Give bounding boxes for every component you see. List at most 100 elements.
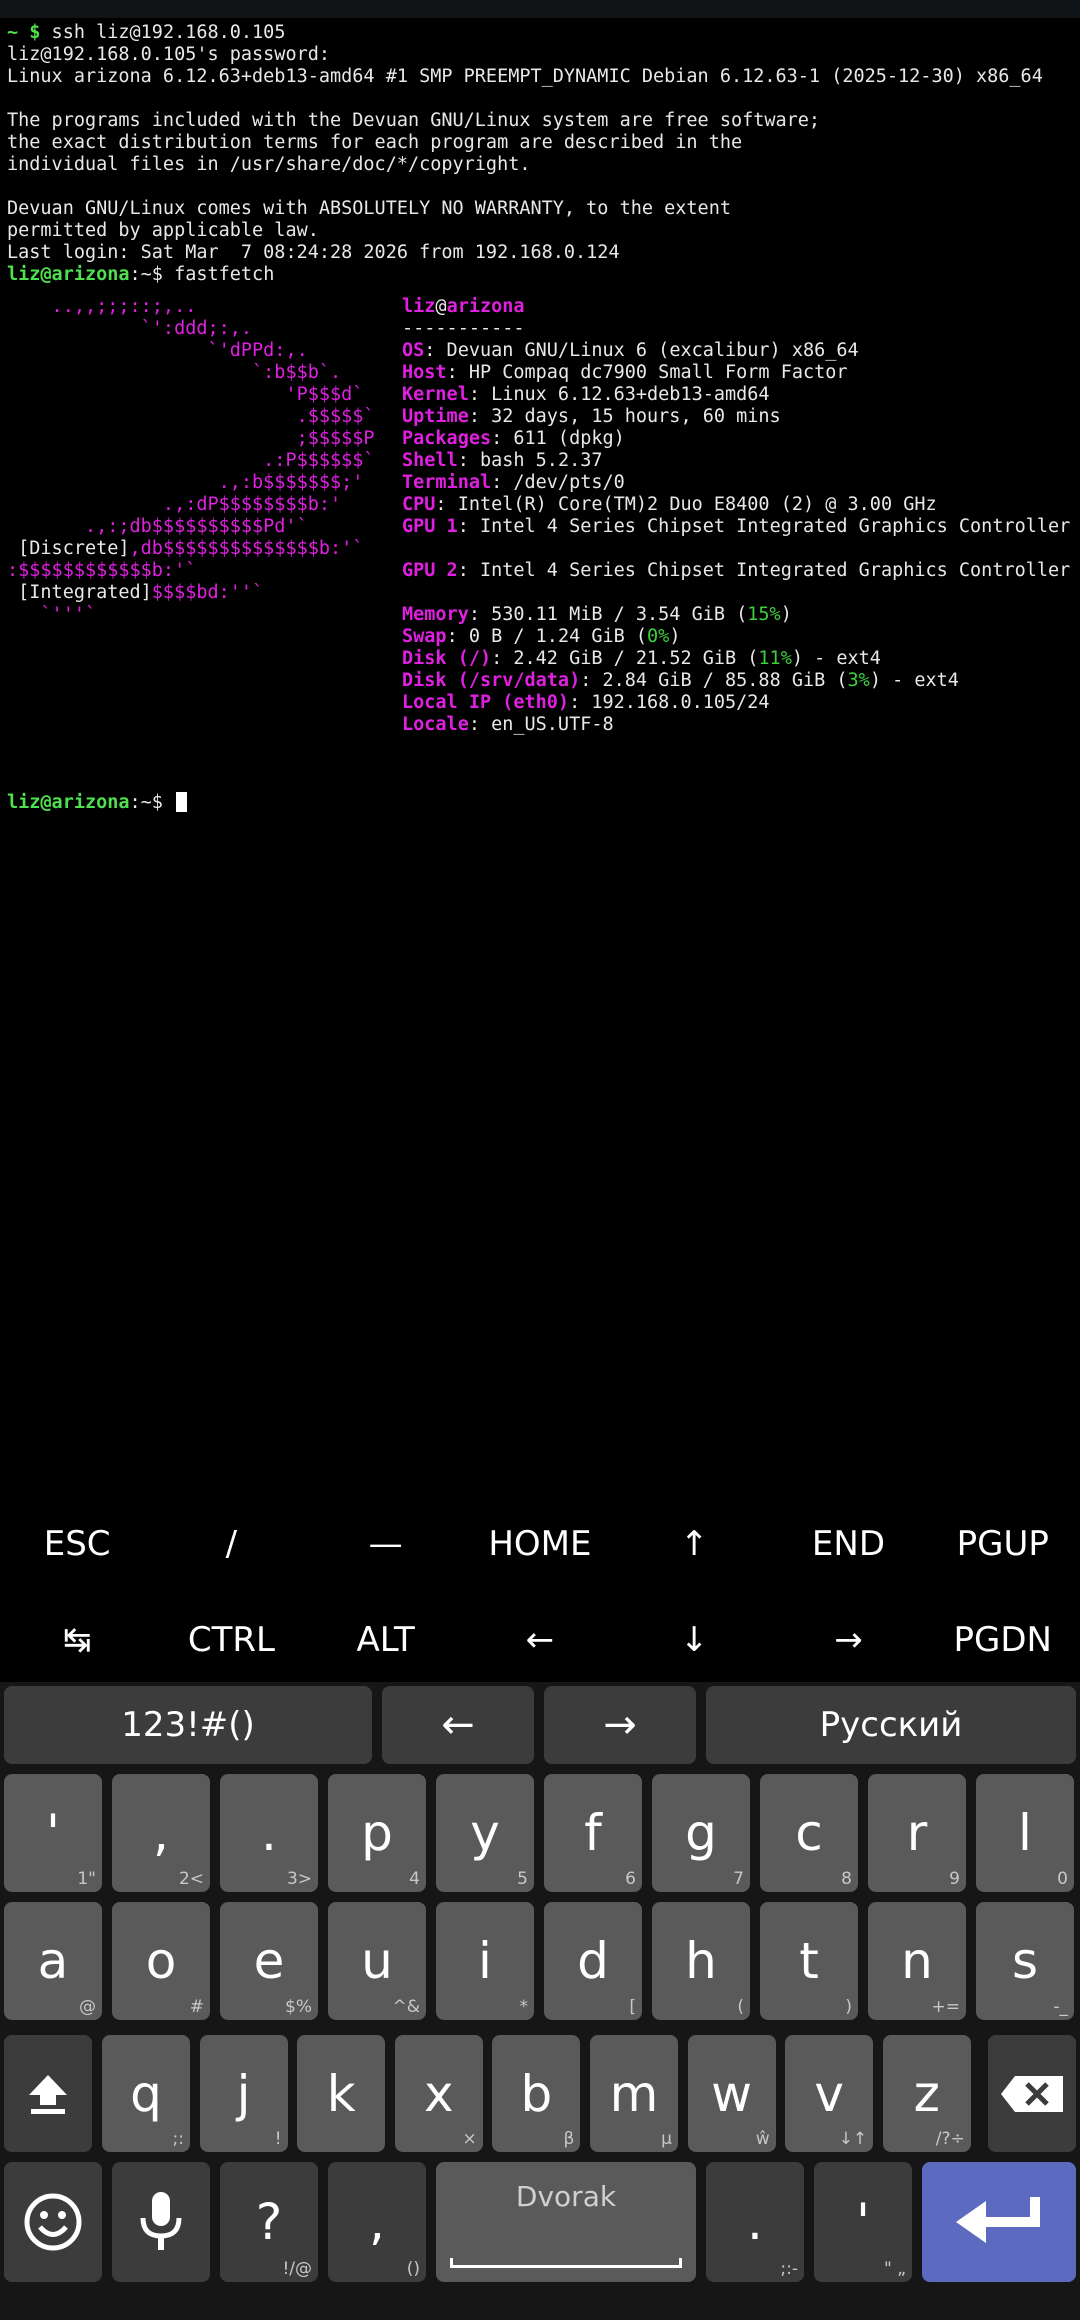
enter-key[interactable]: [922, 2162, 1076, 2282]
key-hint: ;:: [172, 2129, 184, 2149]
key-r[interactable]: r9: [868, 1774, 966, 1892]
extra-key[interactable]: ↹: [0, 1594, 154, 1686]
key-i[interactable]: i *: [436, 1902, 534, 2020]
info-key: Terminal: [402, 472, 492, 493]
key-'[interactable]: ' 1": [4, 1774, 102, 1892]
logo-art: $$$$bd:''`: [151, 582, 264, 603]
logo-line: `'''`: [7, 604, 96, 626]
extra-key[interactable]: CTRL: [154, 1594, 308, 1686]
extra-key[interactable]: PGUP: [926, 1498, 1080, 1590]
key-t[interactable]: t): [760, 1902, 858, 2020]
key-label: k: [326, 2064, 356, 2123]
extra-key[interactable]: ↑: [617, 1498, 771, 1590]
terminal-line: liz@192.168.0.105's password:: [7, 44, 331, 65]
extra-key[interactable]: END: [771, 1498, 925, 1590]
key-hint: #: [189, 1997, 204, 2017]
key-hint: β: [563, 2129, 575, 2149]
info-value: : bash 5.2.37: [457, 450, 603, 471]
logo-line: `':ddd;:,.: [7, 318, 252, 340]
extra-key[interactable]: →: [771, 1594, 925, 1686]
logo-line: [Integrated]$$$$bd:''`: [7, 582, 263, 604]
key-w[interactable]: wŵ: [687, 2035, 776, 2152]
key-c[interactable]: c8: [760, 1774, 858, 1892]
key-n[interactable]: n +=: [868, 1902, 966, 2020]
logo-art: .:P$$$$$$`: [7, 450, 375, 471]
logo-line: [Discrete],db$$$$$$$$$$$$$$b:'`: [7, 538, 363, 560]
info-value: : HP Compaq dc7900 Small Form Factor: [446, 362, 848, 383]
key-label: g: [685, 1804, 717, 1862]
extra-key[interactable]: ESC: [0, 1498, 154, 1590]
key-g[interactable]: g7: [652, 1774, 750, 1892]
key-q[interactable]: q;:: [102, 2035, 190, 2152]
symbols-key[interactable]: 123!#(): [4, 1686, 372, 1764]
cursor-left-key[interactable]: ←: [382, 1686, 534, 1764]
key-j[interactable]: j!: [199, 2035, 288, 2152]
key-o[interactable]: o #: [112, 1902, 210, 2020]
logo-art: ,db$$$$$$$$$$$$$$b:'`: [129, 538, 364, 559]
key-u[interactable]: u ^&: [328, 1902, 426, 2020]
key-l[interactable]: l0: [976, 1774, 1074, 1892]
terminal-line: The programs included with the Devuan GN…: [7, 110, 821, 131]
terminal-output[interactable]: ~ $ ssh liz@192.168.0.105 liz@192.168.0.…: [0, 22, 1080, 1502]
key-label: q: [130, 2064, 162, 2123]
question-key[interactable]: ? !/@: [220, 2162, 318, 2282]
key-a[interactable]: a @: [4, 1902, 102, 2020]
usage-percent: 11%: [758, 648, 792, 669]
key-label: l: [1018, 1804, 1032, 1862]
key-d[interactable]: d[: [544, 1902, 642, 2020]
terminal-line: Devuan GNU/Linux comes with ABSOLUTELY N…: [7, 198, 731, 219]
key-h[interactable]: h(: [652, 1902, 750, 2020]
key-label: y: [470, 1804, 500, 1862]
logo-art: ;$$$$$P: [7, 428, 375, 449]
emoji-icon: [24, 2193, 82, 2251]
key-e[interactable]: e $%: [220, 1902, 318, 2020]
info-value: : /dev/pts/0: [491, 472, 625, 493]
period-key[interactable]: . ;:-: [706, 2162, 804, 2282]
info-value: : 32 days, 15 hours, 60 mins: [468, 406, 781, 427]
terminal-prompt-line[interactable]: liz@arizona:~$: [7, 792, 188, 814]
info-row: Terminal: /dev/pts/0: [402, 472, 625, 494]
comma-key[interactable]: ,(): [328, 2162, 426, 2282]
key-.[interactable]: . 3>: [220, 1774, 318, 1892]
space-key[interactable]: Dvorak: [436, 2162, 696, 2282]
info-row: GPU 2: Intel 4 Series Chipset Integrated…: [402, 560, 1070, 582]
logo-art: .,:;db$$$$$$$$$$Pd'`: [7, 516, 308, 537]
language-switch-key[interactable]: Русский: [706, 1686, 1076, 1764]
key-y[interactable]: y5: [436, 1774, 534, 1892]
key-p[interactable]: p4: [328, 1774, 426, 1892]
key-label: a: [37, 1932, 69, 1990]
cursor-right-key[interactable]: →: [544, 1686, 696, 1764]
extra-key[interactable]: ALT: [309, 1594, 463, 1686]
key-m[interactable]: mµ: [590, 2035, 678, 2152]
terminal-prompt-line: liz@arizona:~$ fastfetch: [7, 264, 275, 285]
key-b[interactable]: bβ: [492, 2035, 581, 2152]
key-,[interactable]: , 2<: [112, 1774, 210, 1892]
key-k[interactable]: k: [297, 2035, 386, 2152]
key-z[interactable]: z /?÷: [882, 2035, 971, 2152]
extra-key[interactable]: —: [309, 1498, 463, 1590]
key-s[interactable]: s -_: [976, 1902, 1074, 2020]
emoji-key[interactable]: [4, 2162, 102, 2282]
key-label: s: [1011, 1932, 1039, 1990]
extra-key[interactable]: ←: [463, 1594, 617, 1686]
info-row: Host: HP Compaq dc7900 Small Form Factor: [402, 362, 848, 384]
key-hint: ŵ: [755, 2129, 770, 2149]
key-x[interactable]: x ×: [394, 2035, 483, 2152]
logo-art: `:b$$b`.: [7, 362, 342, 383]
apostrophe-key[interactable]: ' " „: [814, 2162, 912, 2282]
extra-key[interactable]: ↓: [617, 1594, 771, 1686]
logo-label: [Integrated]: [7, 582, 152, 603]
key-v[interactable]: v ↓↑: [785, 2035, 874, 2152]
key-label: j: [236, 2064, 251, 2123]
info-row: GPU 1: Intel 4 Series Chipset Integrated…: [402, 516, 1070, 538]
key-f[interactable]: f6: [544, 1774, 642, 1892]
voice-input-key[interactable]: [112, 2162, 210, 2282]
backspace-key[interactable]: [988, 2035, 1076, 2152]
extra-key[interactable]: PGDN: [926, 1594, 1080, 1686]
info-row: Uptime: 32 days, 15 hours, 60 mins: [402, 406, 781, 428]
extra-key[interactable]: HOME: [463, 1498, 617, 1590]
shift-key[interactable]: [4, 2035, 92, 2152]
extra-key[interactable]: /: [154, 1498, 308, 1590]
key-label: t: [799, 1932, 819, 1990]
info-row: Shell: bash 5.2.37: [402, 450, 603, 472]
